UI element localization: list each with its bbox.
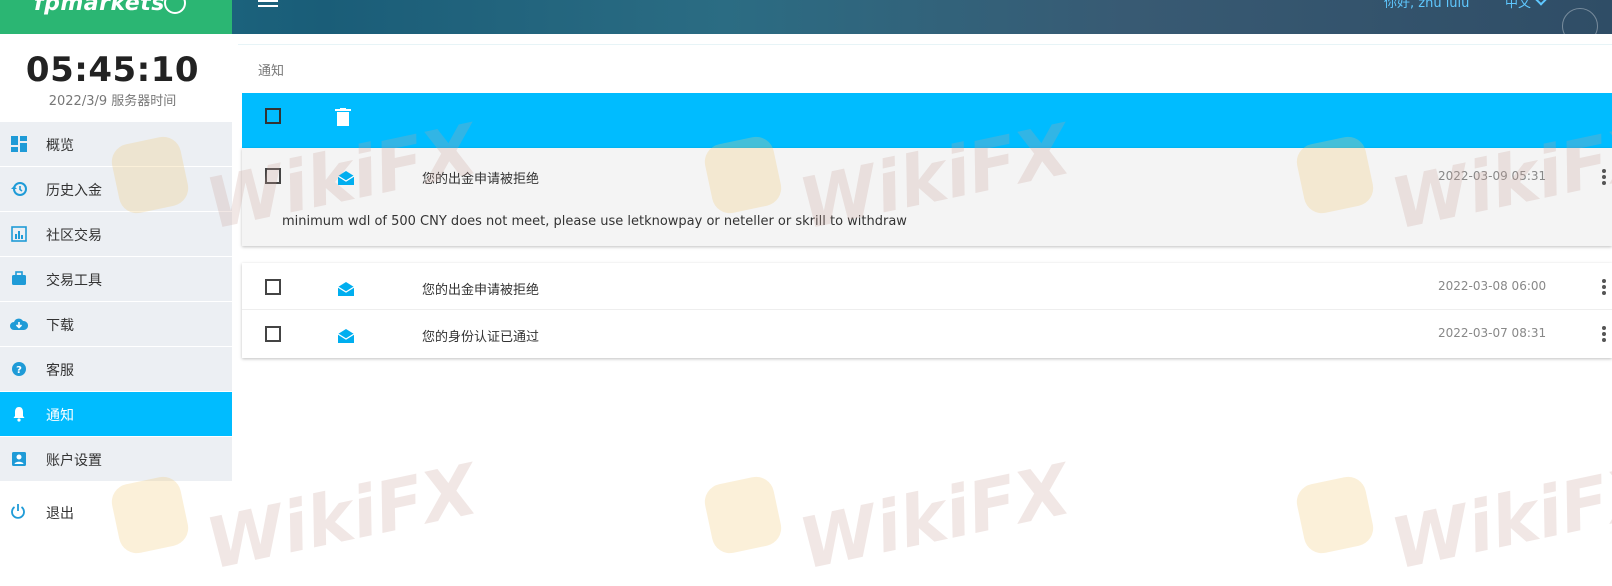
notification-subject: 您的出金申请被拒绝 [422, 283, 540, 298]
logo[interactable]: fpmarkets [34, 0, 165, 16]
sidebar-item-social-trading[interactable]: 社区交易 [0, 212, 232, 257]
sidebar-item-label: 下载 [46, 318, 74, 334]
bell-icon [10, 406, 28, 422]
watermark-text: WikiFX [792, 448, 1078, 586]
sidebar-item-deposit-history[interactable]: 历史入金 [0, 167, 232, 212]
briefcase-icon [10, 271, 28, 287]
row-checkbox[interactable] [265, 279, 281, 295]
notification-card-expanded: 您的出金申请被拒绝 2022-03-09 05:31 minimum wdl o… [242, 148, 1612, 246]
notification-row[interactable]: 您的身份认证已通过 2022-03-07 08:31 [242, 310, 1612, 357]
logo-mark-icon [164, 0, 186, 14]
notification-subject: 您的出金申请被拒绝 [422, 172, 540, 187]
logout-button[interactable]: 退出 [0, 490, 232, 535]
sidebar: 05:45:10 2022/3/9 服务器时间 概览 历史入金 社区交易 交易工… [0, 34, 232, 575]
delete-icon[interactable] [335, 108, 351, 126]
mail-open-icon [337, 281, 355, 296]
sidebar-item-notifications[interactable]: 通知 [0, 392, 232, 437]
sidebar-item-label: 客服 [46, 363, 74, 379]
more-options-icon[interactable] [1602, 326, 1608, 344]
page-title: 通知 [258, 64, 285, 79]
server-date-label: 2022/3/9 服务器时间 [48, 94, 177, 109]
user-greeting[interactable]: 你好, zhu lulu [1384, 0, 1469, 11]
sidebar-item-trading-tools[interactable]: 交易工具 [0, 257, 232, 302]
logout-label: 退出 [46, 506, 74, 522]
sidebar-item-customer-service[interactable]: ? 客服 [0, 347, 232, 392]
help-icon: ? [10, 361, 28, 377]
sidebar-nav: 概览 历史入金 社区交易 交易工具 下载 ? 客服 通知 账户设置 [0, 122, 232, 482]
notification-subject: 您的身份认证已通过 [422, 330, 540, 345]
dashboard-icon [10, 136, 28, 152]
chevron-down-icon[interactable] [1535, 0, 1547, 6]
sidebar-item-download[interactable]: 下载 [0, 302, 232, 347]
watermark-logo-icon [1293, 473, 1377, 557]
sidebar-item-label: 历史入金 [46, 183, 102, 199]
watermark-text: WikiFX [199, 448, 485, 586]
notification-row[interactable]: 您的出金申请被拒绝 2022-03-09 05:31 [242, 148, 1612, 208]
more-options-icon[interactable] [1602, 169, 1608, 187]
notification-toolbar [242, 93, 1612, 148]
power-icon [10, 503, 28, 521]
server-clock: 05:45:10 [25, 50, 200, 90]
notification-list: 您的出金申请被拒绝 2022-03-08 06:00 您的身份认证已通过 202… [242, 263, 1612, 358]
watermark-logo-icon [701, 473, 785, 557]
sidebar-item-account-settings[interactable]: 账户设置 [0, 437, 232, 482]
cloud-download-icon [10, 316, 28, 332]
hamburger-menu-icon[interactable] [258, 0, 278, 12]
notification-date: 2022-03-09 05:31 [1438, 169, 1547, 183]
sidebar-item-label: 社区交易 [46, 228, 102, 244]
notification-row[interactable]: 您的出金申请被拒绝 2022-03-08 06:00 [242, 263, 1612, 310]
mail-open-icon [337, 170, 355, 185]
top-bar: fpmarkets 你好, zhu lulu 中文 [0, 0, 1612, 34]
logo-area: fpmarkets [0, 0, 232, 34]
select-all-checkbox[interactable] [265, 108, 281, 124]
history-icon [10, 181, 28, 197]
notification-date: 2022-03-07 08:31 [1438, 326, 1547, 340]
notification-detail: minimum wdl of 500 CNY does not meet, pl… [282, 214, 907, 229]
sidebar-item-label: 概览 [46, 138, 74, 154]
sidebar-item-label: 交易工具 [46, 273, 102, 289]
row-checkbox[interactable] [265, 168, 281, 184]
sidebar-item-label: 账户设置 [46, 453, 102, 469]
svg-text:?: ? [16, 365, 22, 376]
breadcrumb: 通知 [238, 44, 1612, 90]
decorative-circle [1562, 8, 1598, 34]
sidebar-item-label: 通知 [46, 408, 74, 424]
notification-date: 2022-03-08 06:00 [1438, 279, 1547, 293]
mail-open-icon [337, 328, 355, 343]
sidebar-item-overview[interactable]: 概览 [0, 122, 232, 167]
account-icon [10, 451, 28, 467]
watermark-text: WikiFX [1384, 448, 1612, 586]
chart-icon [10, 226, 28, 242]
more-options-icon[interactable] [1602, 279, 1608, 297]
row-checkbox[interactable] [265, 326, 281, 342]
language-selector[interactable]: 中文 [1505, 0, 1531, 11]
